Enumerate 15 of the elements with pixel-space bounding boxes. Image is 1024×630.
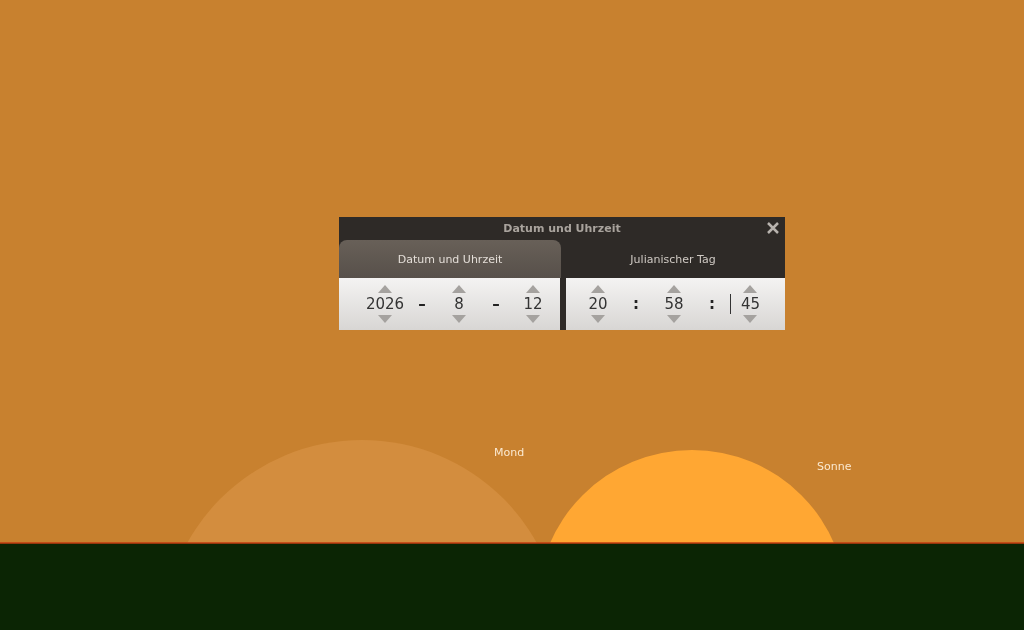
window-title: Datum und Uhrzeit — [503, 222, 621, 235]
number-field[interactable]: 8 — [439, 294, 479, 314]
tab[interactable]: Julianischer Tag — [561, 240, 785, 278]
separator-text: – — [417, 295, 427, 313]
planet-label: Mond — [494, 446, 525, 459]
separator-text: – — [491, 295, 501, 313]
separator-text: : — [708, 295, 716, 313]
number-field[interactable]: 12 — [513, 294, 553, 314]
planet-label: Sonne — [817, 460, 852, 473]
number-field[interactable]: 45 — [729, 294, 771, 314]
separator-text: : — [632, 295, 640, 313]
number-field[interactable]: 20 — [578, 294, 618, 314]
tab[interactable]: Datum und Uhrzeit — [339, 240, 561, 278]
number-field[interactable]: 58 — [654, 294, 694, 314]
number-field[interactable]: 2026 — [365, 294, 405, 314]
